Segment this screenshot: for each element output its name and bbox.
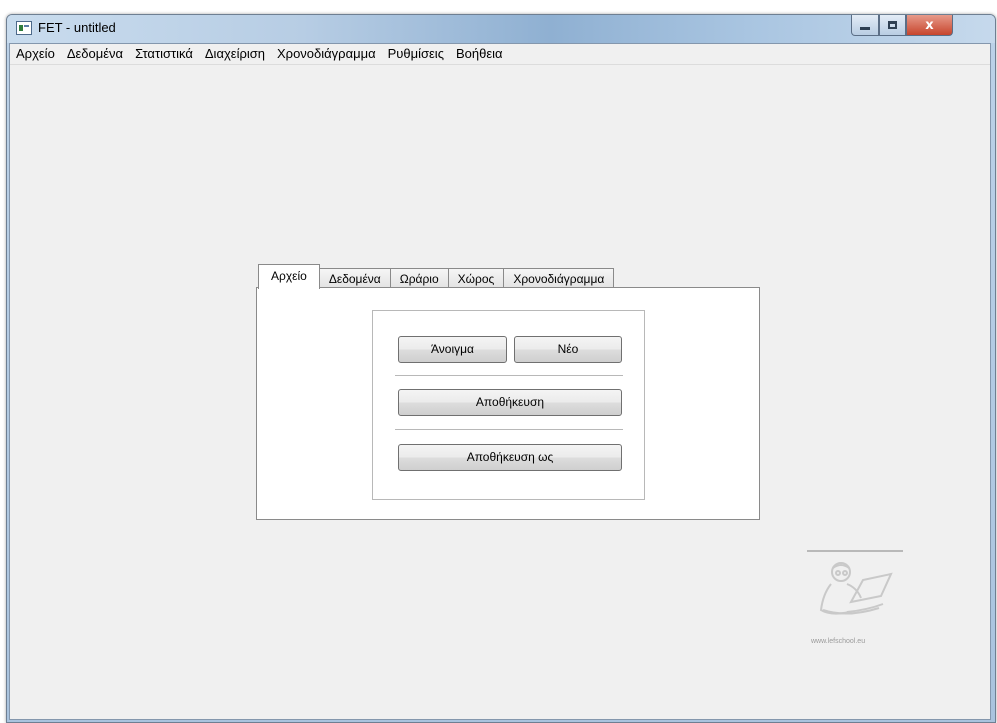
logo-caption: www.lefschool.eu — [811, 638, 866, 645]
open-button[interactable]: Άνοιγμα — [398, 336, 507, 363]
teacher-at-laptop-icon — [807, 550, 903, 615]
minimize-button[interactable] — [851, 15, 879, 36]
menu-help[interactable]: Βοήθεια — [450, 44, 509, 64]
file-actions-group: Άνοιγμα Νέο Αποθήκευση Αποθήκευση ως — [372, 310, 645, 500]
fet-app-icon[interactable] — [16, 21, 32, 35]
tab-space[interactable]: Χώρος — [447, 268, 505, 289]
menu-statistics[interactable]: Στατιστικά — [129, 44, 199, 64]
menu-management[interactable]: Διαχείριση — [199, 44, 271, 64]
window-title: FET - untitled — [38, 20, 116, 35]
maximize-button[interactable] — [879, 15, 906, 36]
menu-file[interactable]: Αρχείο — [10, 44, 61, 64]
tab-timetable[interactable]: Χρονοδιάγραμμα — [503, 268, 615, 289]
tab-data[interactable]: Δεδομένα — [318, 268, 391, 289]
new-button[interactable]: Νέο — [514, 336, 622, 363]
save-button[interactable]: Αποθήκευση — [398, 389, 622, 416]
tab-file[interactable]: Αρχείο — [258, 264, 320, 289]
title-bar[interactable]: FET - untitled x — [7, 15, 995, 43]
main-client-area: Αρχείο Δεδομένα Στατιστικά Διαχείριση Χρ… — [9, 43, 991, 720]
separator — [395, 429, 623, 430]
save-as-button[interactable]: Αποθήκευση ως — [398, 444, 622, 471]
menu-settings[interactable]: Ρυθμίσεις — [382, 44, 450, 64]
teacher-at-laptop-logo: www.lefschool.eu — [807, 550, 903, 655]
separator — [395, 375, 623, 376]
maximize-icon — [888, 21, 897, 29]
tab-time[interactable]: Ωράριο — [389, 268, 449, 289]
menu-data[interactable]: Δεδομένα — [61, 44, 129, 64]
tab-bar: Αρχείο Δεδομένα Ωράριο Χώρος Χρονοδιάγρα… — [258, 264, 615, 289]
menu-bar: Αρχείο Δεδομένα Στατιστικά Διαχείριση Χρ… — [10, 44, 990, 65]
file-tab-pane: Άνοιγμα Νέο Αποθήκευση Αποθήκευση ως — [256, 287, 760, 520]
close-button[interactable]: x — [906, 15, 953, 36]
close-icon: x — [925, 17, 934, 33]
app-window: FET - untitled x Αρχείο Δεδομένα Στατιστ… — [6, 14, 996, 723]
menu-timetable[interactable]: Χρονοδιάγραμμα — [271, 44, 382, 64]
main-tab-widget: Αρχείο Δεδομένα Ωράριο Χώρος Χρονοδιάγρα… — [256, 264, 760, 520]
minimize-icon — [860, 26, 870, 30]
